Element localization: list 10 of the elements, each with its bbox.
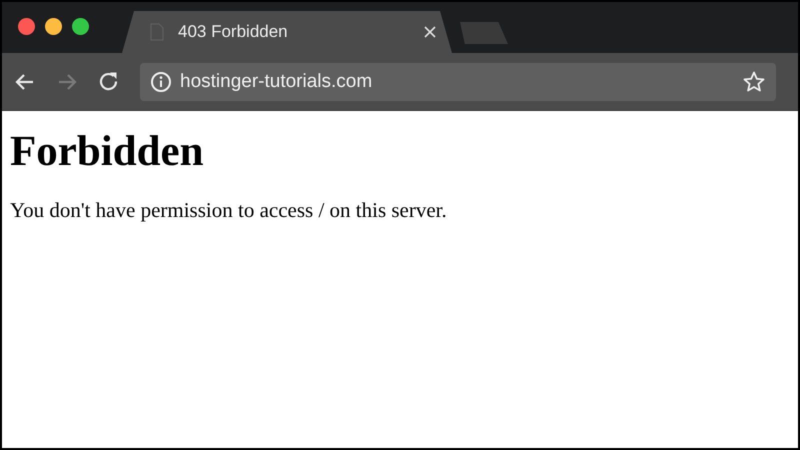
close-window-button[interactable] [18,18,35,35]
star-icon[interactable] [742,70,766,94]
info-icon[interactable] [150,70,172,92]
error-message: You don't have permission to access / on this server. [10,198,448,223]
minimize-window-button[interactable] [45,18,62,35]
close-icon[interactable] [424,26,436,38]
browser-tab[interactable]: 403 Forbidden [122,11,452,53]
address-bar[interactable]: hostinger-tutorials.com [140,62,776,100]
zoom-window-button[interactable] [72,18,89,35]
page-heading: Forbidden [10,127,205,176]
